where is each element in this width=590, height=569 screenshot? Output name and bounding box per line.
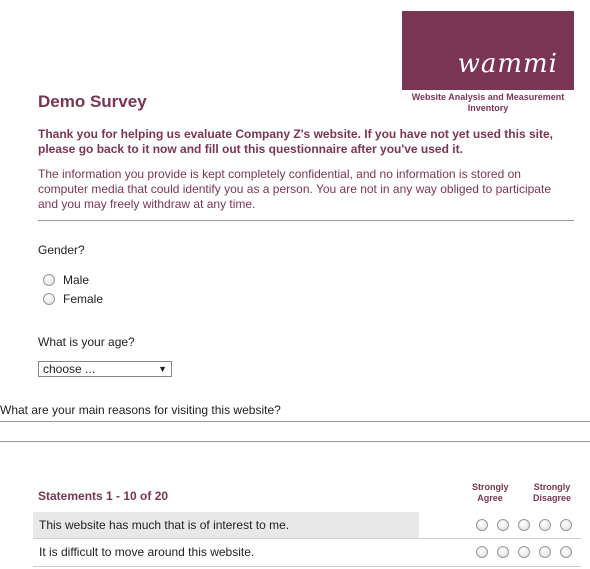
row-divider xyxy=(33,566,581,567)
reasons-question: What are your main reasons for visiting … xyxy=(0,403,281,417)
rating-radio[interactable] xyxy=(497,546,509,558)
rating-radio[interactable] xyxy=(497,519,509,531)
gender-question: Gender? xyxy=(38,243,85,257)
statement-row: This website has much that is of interes… xyxy=(33,512,581,538)
rating-radio[interactable] xyxy=(560,519,572,531)
age-question: What is your age? xyxy=(38,335,135,349)
intro-text: The information you provide is kept comp… xyxy=(38,167,551,211)
rating-radio[interactable] xyxy=(476,519,488,531)
page-title: Demo Survey xyxy=(38,92,147,111)
rating-options xyxy=(419,519,581,531)
age-select-value: choose ... xyxy=(43,362,96,376)
age-select[interactable]: choose ... ▼ xyxy=(38,361,172,377)
rating-radio[interactable] xyxy=(476,546,488,558)
rating-radio[interactable] xyxy=(518,546,530,558)
gender-option-female[interactable]: Female xyxy=(43,292,103,306)
scale-label-disagree: Strongly Disagree xyxy=(532,482,572,503)
statement-row: It is difficult to move around this webs… xyxy=(33,539,581,565)
option-label: Female xyxy=(63,292,104,306)
divider xyxy=(0,421,590,422)
radio-button[interactable] xyxy=(43,293,55,305)
rating-radio[interactable] xyxy=(560,546,572,558)
rating-radio[interactable] xyxy=(539,546,551,558)
divider xyxy=(38,220,574,221)
scale-label-agree: Strongly Agree xyxy=(472,482,509,503)
option-label: Male xyxy=(63,273,90,287)
logo-caption: Website Analysis and Measurement Invento… xyxy=(411,92,565,113)
wammi-logo: wammi xyxy=(402,11,574,90)
rating-options xyxy=(419,546,581,558)
gender-option-male[interactable]: Male xyxy=(43,273,89,287)
divider xyxy=(0,441,590,442)
statement-text: This website has much that is of interes… xyxy=(33,512,419,538)
rating-radio[interactable] xyxy=(518,519,530,531)
radio-button[interactable] xyxy=(43,274,55,286)
dropdown-arrow-icon: ▼ xyxy=(158,364,167,374)
statement-text: It is difficult to move around this webs… xyxy=(39,545,255,559)
statements-header: Statements 1 - 10 of 20 xyxy=(38,489,169,503)
intro-bold-text: Thank you for helping us evaluate Compan… xyxy=(38,127,553,156)
rating-radio[interactable] xyxy=(539,519,551,531)
logo-wordmark: wammi xyxy=(457,49,558,79)
